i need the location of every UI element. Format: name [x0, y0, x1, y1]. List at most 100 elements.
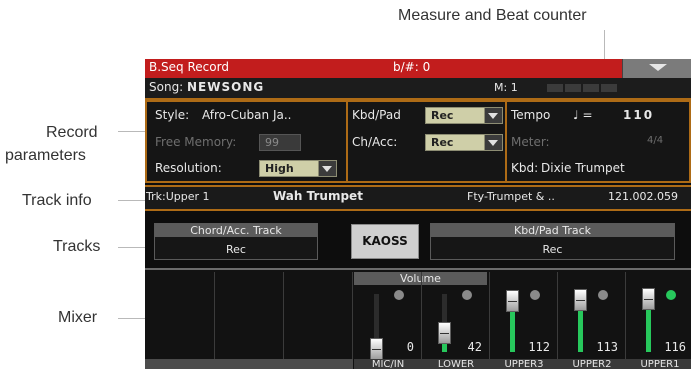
- fader-value: 112: [528, 340, 550, 354]
- callout-measure-beat: Measure and Beat counter: [398, 7, 587, 24]
- channel-name: UPPER2: [572, 359, 612, 369]
- volume-fader[interactable]: [370, 338, 383, 360]
- kbdpad-label: Kbd/Pad: [352, 108, 401, 122]
- chacc-label: Ch/Acc:: [352, 135, 398, 149]
- channel-name-cell: LOWER: [422, 359, 491, 369]
- key-signature: b/#: 0: [393, 60, 431, 74]
- callout-record-params-2: parameters: [5, 147, 86, 164]
- empty-name-cell: [145, 359, 216, 369]
- title-bar: B.Seq Record b/#: 0: [145, 59, 691, 78]
- channel-strip: 113: [558, 272, 626, 359]
- kbdpad-value: Rec: [431, 109, 454, 122]
- beat-segment-2: [565, 84, 581, 92]
- record-params-left: Style: Afro-Cuban Ja.. Free Memory: 99 R…: [145, 100, 348, 183]
- callout-track-info-line: [118, 200, 145, 201]
- empty-channel-strip: [284, 272, 353, 359]
- free-memory-value: 99: [265, 136, 279, 149]
- kbd-value: Dixie Trumpet: [541, 161, 625, 175]
- chacc-dropdown-icon: [484, 135, 502, 150]
- channel-name-cell: UPPER3: [490, 359, 559, 369]
- chord-acc-track[interactable]: Chord/Acc. Track Rec: [154, 223, 318, 260]
- callout-mixer-line: [118, 318, 145, 319]
- channel-led-icon: [394, 290, 404, 300]
- channel-name-cell: UPPER2: [558, 359, 627, 369]
- volume-fader[interactable]: [574, 289, 587, 311]
- channel-led-icon: [530, 290, 540, 300]
- track-info-bar: Trk:Upper 1 Wah Trumpet Fty-Trumpet & ..…: [145, 185, 691, 211]
- resolution-dropdown-icon: [318, 161, 336, 176]
- callout-mixer: Mixer: [58, 309, 98, 326]
- sound-name[interactable]: Wah Trumpet: [273, 189, 363, 203]
- callout-record-params-line: [118, 131, 145, 132]
- callout-record-params-1: Record: [46, 124, 98, 141]
- chacc-select[interactable]: Rec: [425, 134, 503, 151]
- beat-segment-4: [601, 84, 617, 92]
- tempo-note-icon: ♩ =: [573, 108, 593, 122]
- channel-strip: 112: [490, 272, 558, 359]
- fader-value: 42: [467, 340, 482, 354]
- sound-category: Fty-Trumpet & ..: [467, 190, 555, 203]
- channel-name: UPPER3: [504, 359, 544, 369]
- channel-name: UPPER1: [640, 359, 680, 369]
- kbdpad-dropdown-icon: [484, 108, 502, 123]
- mixer: Volume 0 42 112 113 116 MIC/IN LOWER UPPER3 UPP…: [145, 268, 691, 369]
- channel-name-cell: MIC/IN: [354, 359, 423, 369]
- chevron-down-icon: [649, 64, 667, 71]
- record-params-right: Tempo ♩ = 110 Meter: 4/4 Kbd: Dixie Trum…: [505, 100, 691, 183]
- sequencer-screen: B.Seq Record b/#: 0 Song: NEWSONG M: 1 S…: [145, 59, 691, 369]
- measure-indicator: M: 1: [494, 81, 518, 94]
- resolution-label: Resolution:: [155, 161, 222, 175]
- callout-tracks-line: [118, 247, 145, 248]
- beat-segment-1: [547, 84, 563, 92]
- channel-name: LOWER: [437, 359, 475, 369]
- kbdpad-track-status: Rec: [542, 243, 563, 256]
- style-value[interactable]: Afro-Cuban Ja..: [202, 108, 291, 122]
- chord-acc-track-header: Chord/Acc. Track: [155, 224, 317, 237]
- callout-track-info: Track info: [22, 192, 92, 209]
- fader-value: 116: [664, 340, 686, 354]
- channel-strip: 116: [626, 272, 691, 359]
- kbdpad-select[interactable]: Rec: [425, 107, 503, 124]
- volume-fader[interactable]: [506, 290, 519, 312]
- channel-name-cell: UPPER1: [626, 359, 691, 369]
- channel-name: MIC/IN: [371, 359, 405, 369]
- chacc-value: Rec: [431, 136, 454, 149]
- meter-label: Meter:: [511, 135, 550, 149]
- empty-name-cell: [284, 359, 354, 369]
- page-title: B.Seq Record: [149, 60, 229, 74]
- song-name[interactable]: NEWSONG: [187, 80, 264, 94]
- empty-channel-strip: [215, 272, 284, 359]
- page-menu-button[interactable]: [622, 59, 691, 78]
- callout-tracks: Tracks: [53, 238, 101, 255]
- record-params-mid: Kbd/Pad Rec Ch/Acc: Rec: [346, 100, 507, 183]
- channel-led-icon: [666, 290, 676, 300]
- fader-value: 0: [406, 340, 414, 354]
- kbd-label: Kbd:: [511, 161, 539, 175]
- kbdpad-track-header: Kbd/Pad Track: [431, 224, 674, 237]
- chord-acc-track-status: Rec: [226, 243, 246, 256]
- channel-led-icon: [598, 290, 608, 300]
- empty-name-cell: [215, 359, 285, 369]
- track-name: Trk:Upper 1: [146, 190, 210, 203]
- free-memory-label: Free Memory:: [155, 135, 237, 149]
- channel-strip: 42: [422, 272, 490, 359]
- beat-segment-3: [583, 84, 599, 92]
- song-label: Song:: [149, 80, 184, 94]
- volume-fader[interactable]: [642, 288, 655, 310]
- channel-name-bar: MIC/IN LOWER UPPER3 UPPER2 UPPER1: [145, 359, 691, 369]
- tempo-label: Tempo: [511, 108, 551, 122]
- channel-led-icon: [462, 290, 472, 300]
- kbdpad-track[interactable]: Kbd/Pad Track Rec: [430, 223, 675, 260]
- resolution-value: High: [265, 162, 294, 175]
- volume-fader[interactable]: [438, 322, 451, 344]
- style-label: Style:: [155, 108, 190, 122]
- resolution-select[interactable]: High: [259, 160, 337, 177]
- fader-value: 113: [596, 340, 618, 354]
- empty-channel-strip: [145, 272, 215, 359]
- tempo-value[interactable]: 110: [623, 108, 654, 122]
- kaoss-button[interactable]: KAOSS: [351, 224, 419, 259]
- channel-strip: 0: [354, 272, 422, 360]
- program-number: 121.002.059: [608, 190, 678, 203]
- free-memory-field: 99: [259, 134, 301, 151]
- meter-value: 4/4: [647, 135, 664, 146]
